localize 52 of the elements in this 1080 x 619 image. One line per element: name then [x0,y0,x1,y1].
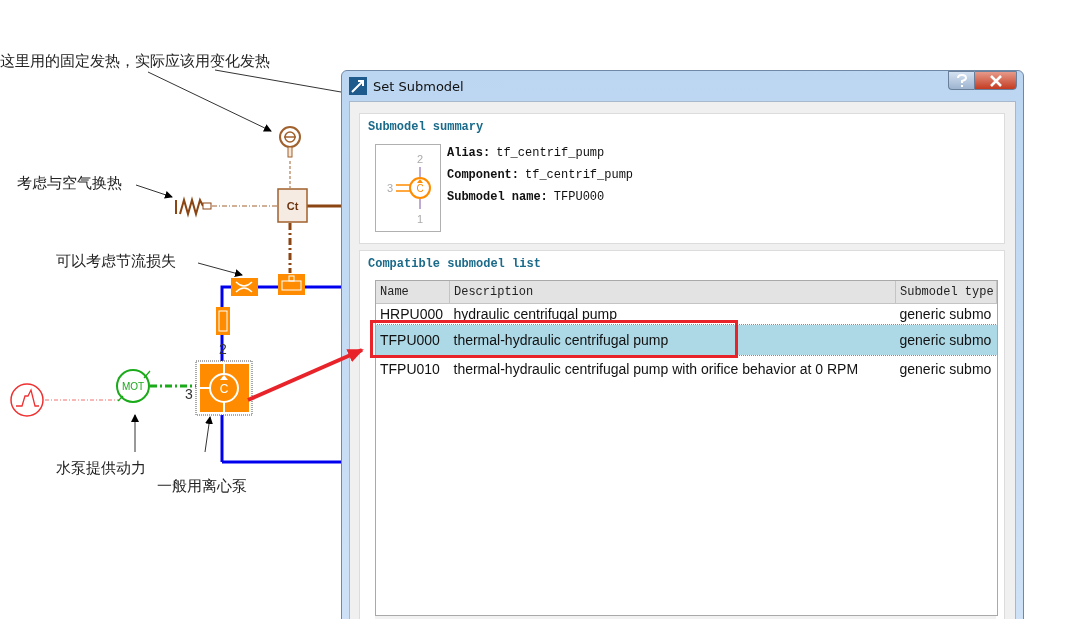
leader-line [204,416,213,453]
table-cell: HRPU000 [376,303,450,325]
pipe-icon [216,307,230,335]
signal-source-icon [10,383,44,417]
column-header[interactable]: Description [449,281,896,303]
table-row[interactable]: TFPU000 thermal-hydraulic centrifugal pump generic submo [376,325,997,355]
leader-line [197,262,243,277]
annotation-text: 水泵提供动力 [56,459,146,477]
table-cell: thermal-hydraulic centrifugal pump [449,325,896,355]
port-label: 3 [386,182,393,194]
close-button[interactable] [974,71,1017,90]
table-cell: hydraulic centrifugal pump [449,303,896,325]
port-label: 1 [416,213,424,225]
throttle-icon [231,278,258,296]
field-label: Alias: [447,146,491,161]
table-cell: TFPU010 [376,355,450,377]
port-label: 2 [219,341,227,357]
column-header[interactable]: Submodel type [895,281,997,303]
leader-line [131,414,139,453]
port-label: 3 [185,386,193,402]
table-row[interactable]: TFPU010 thermal-hydraulic centrifugal pump with orifice behavior at 0 RPM generic submo [376,355,997,377]
app-icon [349,77,367,95]
field-label: Component: [447,168,519,183]
field-value: TFPU000 [553,190,605,205]
panel-heading: Submodel summary [368,120,485,136]
panel-heading: Compatible submodel list [368,257,542,273]
help-button[interactable] [948,71,974,90]
help-icon [955,73,968,88]
heat-source-icon [279,126,301,158]
pump-icon: C [195,360,253,416]
field-label: Submodel name: [447,190,548,205]
port-label: 2 [416,153,424,165]
table-cell: TFPU000 [376,325,450,355]
convection-icon [175,196,212,218]
annotation-text: 这里用的固定发热，实际应该用变化发热 [0,52,270,70]
annotation-text: 可以考虑节流损失 [56,252,176,270]
table-cell: generic submo [895,303,997,325]
field-value: tf_centrif_pump [496,146,605,161]
window-title: Set Submodel [373,78,464,94]
table-cell: generic submo [895,325,997,355]
control-block: Ct [277,188,308,223]
table-cell: generic submo [895,355,997,377]
annotation-text: 一般用离心泵 [157,477,247,495]
leader-line [135,184,173,199]
field-value: tf_centrif_pump [525,168,634,183]
pipe-icon [278,274,305,295]
table-cell: thermal-hydraulic centrifugal pump with orifice behavior at 0 RPM [449,355,896,377]
close-icon [989,74,1002,87]
motor-icon: MOT [116,369,151,403]
column-header[interactable]: Name [376,281,450,303]
annotation-text: 考虑与空气换热 [17,174,122,192]
table-row[interactable]: HRPU000 hydraulic centrifugal pump generic submo [376,303,997,325]
